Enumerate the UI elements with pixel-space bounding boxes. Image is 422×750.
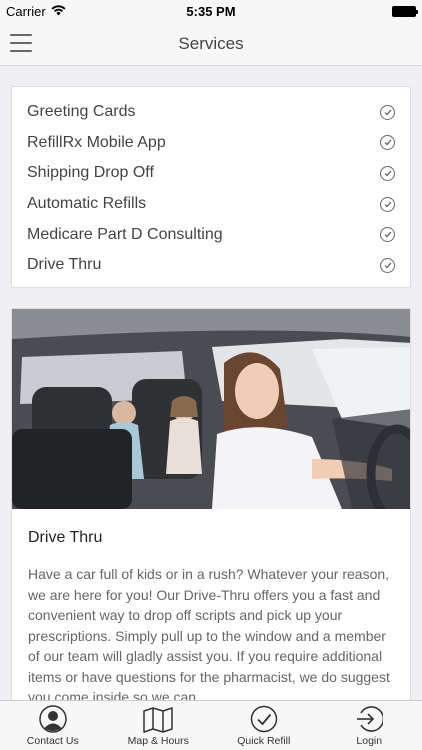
check-circle-icon bbox=[380, 257, 395, 273]
tab-label: Login bbox=[356, 735, 383, 747]
status-bar: Carrier 5:35 PM bbox=[0, 0, 422, 22]
battery-icon bbox=[392, 5, 418, 17]
check-circle-icon bbox=[250, 705, 277, 733]
page-title: Services bbox=[178, 33, 244, 53]
navigation-bar: Services bbox=[0, 22, 422, 66]
tab-label: Quick Refill bbox=[237, 735, 291, 747]
check-circle-icon bbox=[380, 135, 395, 151]
service-item-greeting-cards[interactable]: Greeting Cards bbox=[12, 97, 410, 128]
service-item-automatic-refills[interactable]: Automatic Refills bbox=[12, 189, 410, 220]
service-item-refillrx-mobile-app[interactable]: RefillRx Mobile App bbox=[12, 128, 410, 159]
tab-contact-us[interactable]: Contact Us bbox=[0, 701, 106, 750]
service-label: Shipping Drop Off bbox=[27, 164, 154, 182]
tab-map-hours[interactable]: Map & Hours bbox=[106, 701, 212, 750]
tab-quick-refill[interactable]: Quick Refill bbox=[211, 701, 317, 750]
login-icon bbox=[357, 706, 384, 732]
service-label: Drive Thru bbox=[27, 256, 102, 274]
service-item-shipping-drop-off[interactable]: Shipping Drop Off bbox=[12, 158, 410, 189]
service-item-drive-thru[interactable]: Drive Thru bbox=[12, 250, 410, 281]
service-label: Greeting Cards bbox=[27, 103, 136, 121]
tab-label: Map & Hours bbox=[127, 735, 189, 747]
check-circle-icon bbox=[380, 165, 395, 181]
services-list: Greeting Cards RefillRx Mobile App Shipp… bbox=[11, 86, 411, 288]
tab-login[interactable]: Login bbox=[317, 701, 422, 750]
check-circle-icon bbox=[380, 104, 395, 120]
person-icon bbox=[39, 705, 67, 733]
service-label: Medicare Part D Consulting bbox=[27, 225, 223, 243]
detail-title: Drive Thru bbox=[28, 529, 103, 546]
tab-bar: Contact Us Map & Hours Quick Refill Logi… bbox=[0, 700, 422, 750]
status-time: 5:35 PM bbox=[186, 3, 236, 19]
check-circle-icon bbox=[380, 227, 395, 243]
service-item-medicare-part-d[interactable]: Medicare Part D Consulting bbox=[12, 219, 410, 250]
service-detail-card: Drive Thru Have a car full of kids or in… bbox=[11, 308, 411, 700]
hamburger-menu-icon[interactable] bbox=[10, 34, 32, 52]
drive-thru-photo bbox=[12, 309, 410, 509]
map-icon bbox=[143, 707, 173, 733]
service-label: Automatic Refills bbox=[27, 195, 147, 213]
service-label: RefillRx Mobile App bbox=[27, 133, 166, 151]
content-scroll-area[interactable]: Greeting Cards RefillRx Mobile App Shipp… bbox=[0, 67, 422, 700]
detail-description: Have a car full of kids or in a rush? Wh… bbox=[28, 566, 390, 700]
check-circle-icon bbox=[380, 196, 395, 212]
tab-label: Contact Us bbox=[26, 735, 79, 747]
